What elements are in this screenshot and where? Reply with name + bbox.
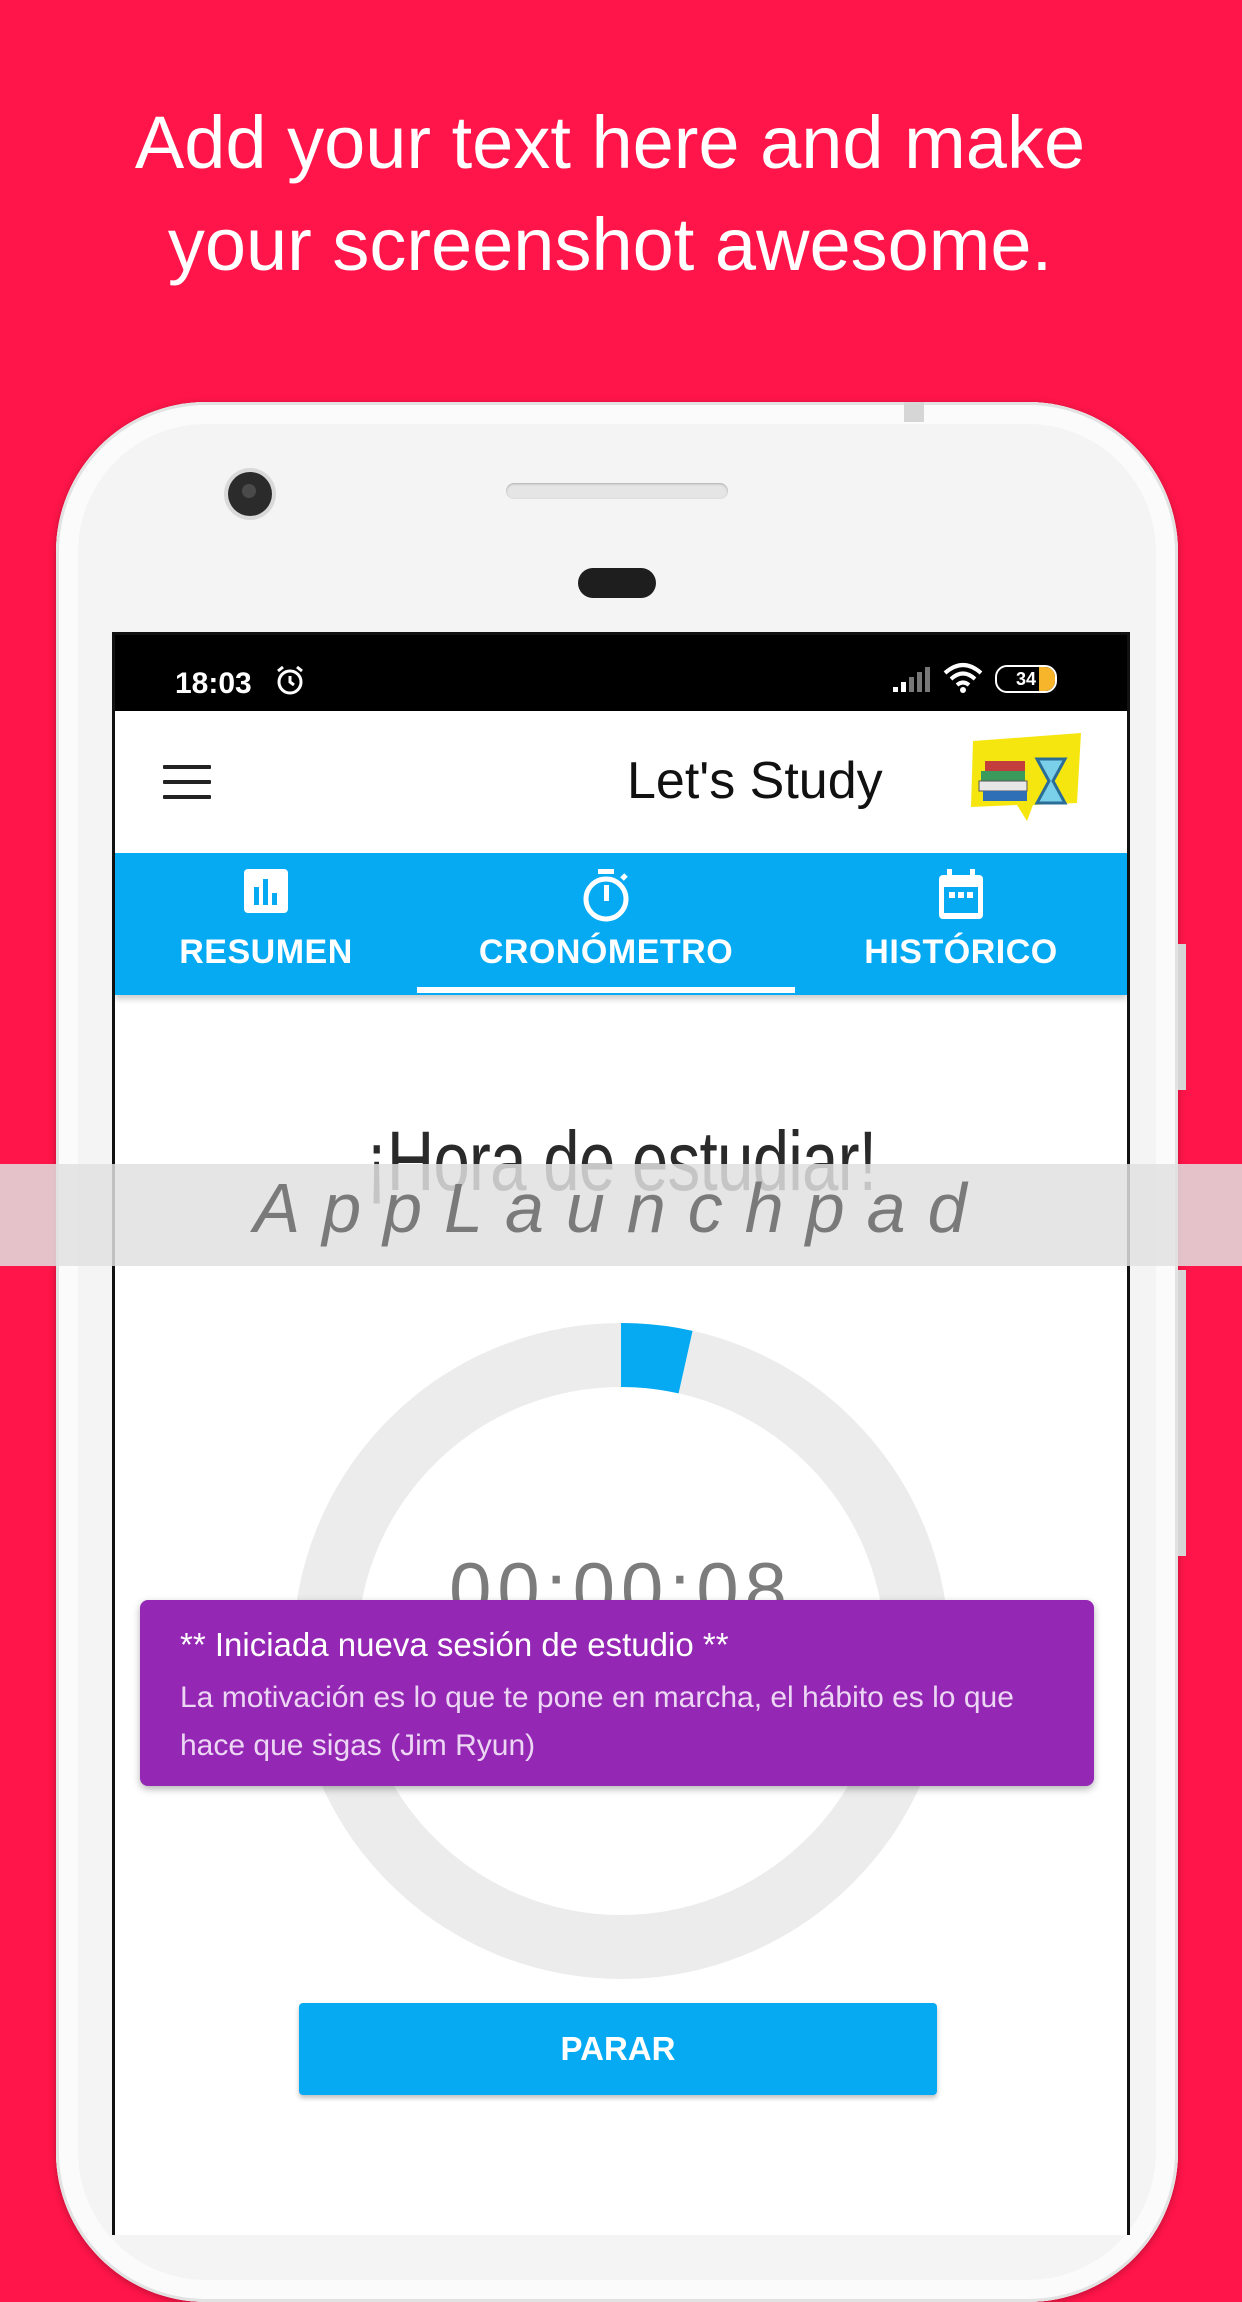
phone-screen: 18:03 34 Let's Study RESUMEN CRONÓMETRO … [112, 632, 1130, 2235]
proximity-sensor [578, 568, 656, 598]
calendar-icon [939, 869, 983, 919]
battery-icon: 34 [995, 665, 1057, 693]
status-time: 18:03 [175, 667, 252, 700]
active-tab-indicator [417, 987, 795, 993]
toast-message: La motivación es lo que te pone en march… [180, 1681, 1014, 1762]
phone-side-button-lower [1178, 1270, 1186, 1556]
alarm-icon [277, 665, 303, 695]
promo-headline: Add your text here and make your screens… [0, 92, 1220, 296]
toast-title: ** Iniciada nueva sesión de estudio ** [180, 1626, 729, 1663]
app-logo [971, 733, 1081, 821]
tab-historico-label: HISTÓRICO [864, 933, 1058, 971]
tab-resumen-label: RESUMEN [179, 933, 353, 971]
watermark-text: AppLaunchpad [253, 1169, 989, 1247]
hamburger-menu-icon[interactable] [163, 765, 211, 801]
phone-top-button [904, 402, 924, 422]
tab-historico[interactable]: HISTÓRICO [795, 853, 1127, 995]
cell-signal-icon [893, 667, 930, 692]
promo-line-2: your screenshot awesome. [167, 203, 1053, 286]
app-title: Let's Study [627, 752, 883, 810]
wifi-icon [943, 663, 983, 693]
stop-button[interactable]: PARAR [299, 2003, 937, 2095]
battery-level: 34 [1015, 669, 1037, 689]
earpiece-speaker [506, 483, 728, 499]
progress-arc [620, 1323, 693, 1394]
bar-chart-icon [244, 869, 288, 913]
stopwatch-icon [583, 869, 629, 922]
promo-line-1: Add your text here and make [134, 101, 1086, 184]
tab-bar: RESUMEN CRONÓMETRO HISTÓRICO [115, 853, 1127, 995]
tab-cronometro-label: CRONÓMETRO [478, 933, 734, 971]
snackbar-toast: ** Iniciada nueva sesión de estudio ** L… [140, 1600, 1094, 1786]
status-bar: 18:03 34 [115, 635, 1127, 711]
tab-cronometro[interactable]: CRONÓMETRO [417, 853, 795, 995]
tab-resumen[interactable]: RESUMEN [115, 853, 417, 995]
app-bar: Let's Study [115, 711, 1127, 853]
front-camera [228, 472, 272, 516]
phone-side-button-upper [1178, 944, 1186, 1090]
